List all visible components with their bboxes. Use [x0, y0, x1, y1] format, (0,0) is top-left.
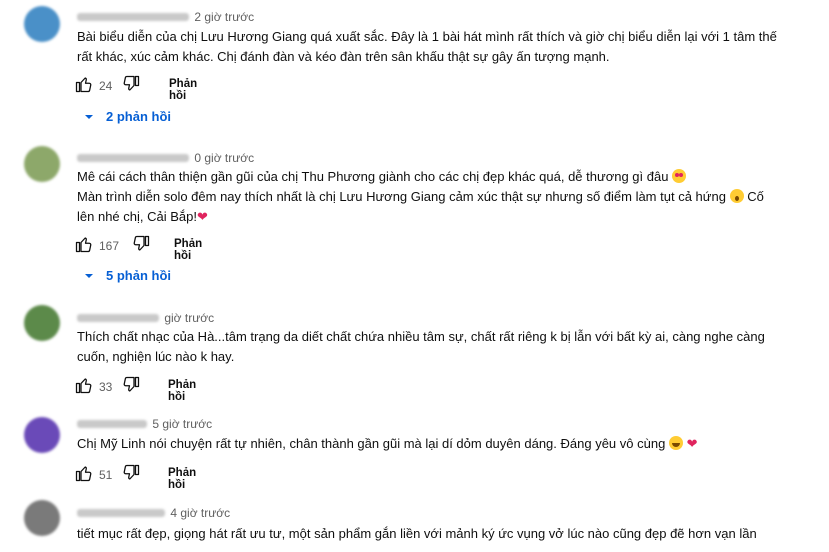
- laughing-emoji: [668, 436, 683, 450]
- chevron-down-icon: [85, 115, 93, 119]
- blurred-username[interactable]: [77, 508, 165, 517]
- replies-count: 5 phản hồi: [106, 268, 171, 283]
- thumb-down-icon[interactable]: [122, 75, 140, 93]
- comment-time[interactable]: giờ trước: [164, 311, 214, 325]
- comment-text: tiết mục rất đẹp, giọng hát rất ưu tư, m…: [77, 526, 757, 541]
- avatar[interactable]: [24, 305, 60, 341]
- comment-text: Mê cái cách thân thiện gần gũi của chị T…: [77, 169, 764, 224]
- like-count: 167: [99, 239, 120, 253]
- thumb-up-icon[interactable]: [75, 235, 93, 253]
- comment-time[interactable]: 0 giờ trước: [194, 151, 254, 165]
- thumb-down-icon[interactable]: [132, 235, 150, 253]
- comment-meta: giờ trước: [77, 310, 214, 325]
- comment-meta: 2 giờ trước: [77, 9, 254, 24]
- like-count: 51: [99, 468, 113, 482]
- blurred-username[interactable]: [77, 419, 147, 428]
- reply-button[interactable]: Phản hồi: [168, 379, 196, 403]
- chevron-down-icon: [85, 274, 93, 278]
- like-count: 24: [99, 79, 113, 93]
- heart-eyes-emoji: [672, 169, 687, 183]
- comment-meta: 0 giờ trước: [77, 150, 254, 165]
- comment-text: Bài biểu diễn của chị Lưu Hương Giang qu…: [77, 29, 777, 64]
- thumb-up-icon[interactable]: [75, 376, 93, 394]
- comment-time[interactable]: 4 giờ trước: [170, 506, 230, 520]
- red-heart-emoji: ❤: [686, 436, 698, 451]
- thumb-down-icon[interactable]: [122, 464, 140, 482]
- red-heart-emoji: ❤: [196, 209, 208, 224]
- thumb-down-icon[interactable]: [122, 376, 140, 394]
- comment-time[interactable]: 5 giờ trước: [152, 417, 212, 431]
- comment-meta: 5 giờ trước: [77, 416, 212, 431]
- replies-count: 2 phản hồi: [106, 109, 171, 124]
- avatar[interactable]: [24, 146, 60, 182]
- thumb-up-icon[interactable]: [75, 464, 93, 482]
- thumb-up-icon[interactable]: [75, 75, 93, 93]
- comment-meta: 4 giờ trước: [77, 505, 230, 520]
- reply-button[interactable]: Phản hồi: [168, 467, 196, 491]
- like-count: 33: [99, 380, 113, 394]
- blurred-username[interactable]: [77, 12, 189, 21]
- comment-time[interactable]: 2 giờ trước: [194, 10, 254, 24]
- blurred-username[interactable]: [77, 153, 189, 162]
- avatar[interactable]: [24, 6, 60, 42]
- blurred-username[interactable]: [77, 313, 159, 322]
- avatar[interactable]: [24, 500, 60, 536]
- comment-text: Chị Mỹ Linh nói chuyện rất tự nhiên, châ…: [77, 436, 698, 451]
- reply-button[interactable]: Phản hồi: [169, 78, 197, 102]
- astonished-emoji: [729, 189, 744, 203]
- avatar[interactable]: [24, 417, 60, 453]
- reply-button[interactable]: Phản hồi: [174, 238, 202, 262]
- comment-text: Thích chất nhạc của Hà...tâm trạng da di…: [77, 329, 765, 364]
